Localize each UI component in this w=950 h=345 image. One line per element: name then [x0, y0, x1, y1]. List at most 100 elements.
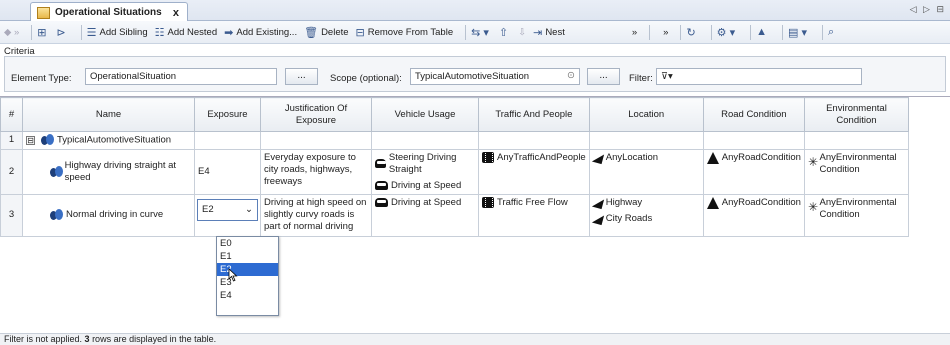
justification-cell[interactable]: Everyday exposure to city roads, highway… — [260, 148, 372, 195]
location-arrow-icon — [591, 196, 604, 209]
row-number: 3 — [0, 193, 23, 237]
remove-from-table-button[interactable]: ⊟ Remove From Table — [356, 26, 454, 39]
road-condition-cell[interactable]: AnyRoadCondition — [702, 148, 805, 195]
scope-browse-button[interactable]: ... — [587, 68, 620, 85]
column-header[interactable]: Environmental Condition — [803, 97, 909, 132]
exposure-option[interactable]: E4 — [217, 289, 278, 302]
scope-label: Scope (optional): — [330, 73, 402, 84]
toolbar-separator — [822, 24, 823, 40]
name-cell[interactable]: Normal driving in curve — [22, 193, 195, 237]
situation-icon — [49, 209, 63, 221]
tab-navigation[interactable]: ◁ ▷ ⊟ — [910, 4, 946, 15]
justification-cell[interactable]: Driving at high speed on slightly curvy … — [260, 193, 372, 237]
column-header[interactable]: Justification Of Exposure — [260, 97, 372, 132]
environmental-condition-cell[interactable]: AnyEnvironmental Condition — [803, 193, 909, 237]
tab-title: Operational Situations — [55, 7, 162, 18]
add-nested-button[interactable]: ☷ Add Nested — [155, 26, 218, 39]
location-arrow-icon — [591, 151, 604, 164]
layout-icon[interactable]: ▤ ▾ — [788, 26, 810, 39]
table-icon — [37, 6, 50, 19]
car-icon — [375, 159, 386, 169]
vehicle-usage-cell[interactable]: Steering Driving Straight Driving at Spe… — [371, 148, 479, 195]
toolbar-separator — [680, 24, 682, 40]
status-bar: Filter is not applied. 3 rows are displa… — [0, 333, 950, 345]
close-icon[interactable]: x — [173, 7, 179, 19]
location-cell[interactable]: AnyLocation — [588, 148, 704, 195]
column-header[interactable]: Road Condition — [702, 97, 805, 132]
hierarchy-icon[interactable]: ⊞ — [37, 26, 49, 39]
vehicle-usage-cell[interactable]: Driving at Speed — [371, 193, 479, 237]
road-icon — [706, 151, 719, 164]
road-condition-cell[interactable]: AnyRoadCondition — [702, 193, 805, 237]
clear-scope-icon[interactable]: ⊙ — [567, 70, 575, 81]
element-type-browse-button[interactable]: ... — [285, 68, 318, 85]
column-header[interactable]: Vehicle Usage — [371, 97, 479, 132]
toolbar-separator — [80, 24, 82, 40]
down-icon[interactable]: ⇩ — [518, 27, 526, 38]
scope-field[interactable]: TypicalAutomotiveSituation ⊙ — [410, 68, 580, 85]
more-icon[interactable]: » — [632, 27, 637, 38]
nest-icon: ⇥ — [533, 26, 543, 39]
column-header[interactable]: Traffic And People — [478, 97, 590, 132]
trash-icon: 🗑 — [304, 26, 319, 39]
column-header[interactable]: Name — [22, 97, 195, 132]
exposure-select[interactable]: E2 ⌄ — [197, 198, 258, 221]
add-existing-button[interactable]: ➡ Add Existing... — [224, 26, 297, 39]
exposure-cell[interactable]: E4 — [194, 148, 261, 195]
car-icon — [375, 198, 388, 208]
toolbar-separator — [710, 24, 712, 40]
situations-table: # Name Exposure Justification Of Exposur… — [0, 97, 909, 237]
tab-operational-situations[interactable]: Operational Situations x — [30, 2, 188, 22]
exposure-dropdown: E0 E1 E2 E3 E4 — [216, 236, 279, 316]
element-type-label: Element Type: — [11, 73, 72, 84]
column-header[interactable]: Location — [588, 97, 704, 132]
name-cell[interactable]: Highway driving straight at speed — [22, 148, 195, 195]
mouse-cursor-icon — [228, 268, 238, 282]
up-icon[interactable]: ⇧ — [499, 26, 511, 39]
element-type-field[interactable]: OperationalSituation — [85, 68, 277, 85]
toolbar-separator — [649, 24, 651, 40]
refresh-icon[interactable]: ↻ — [686, 26, 698, 39]
column-header[interactable]: Exposure — [194, 97, 261, 132]
location-cell[interactable]: Highway City Roads — [588, 193, 704, 237]
add-nested-icon: ☷ — [154, 26, 165, 39]
traffic-cell[interactable]: AnyTrafficAndPeople — [478, 148, 590, 195]
exposure-option-selected[interactable]: E2 — [217, 263, 278, 276]
filter-icon[interactable]: ⊽▾ — [661, 71, 673, 82]
traffic-cell[interactable]: Traffic Free Flow — [478, 193, 590, 237]
header-row: # Name Exposure Justification Of Exposur… — [0, 97, 909, 132]
location-arrow-icon — [591, 212, 604, 225]
exposure-cell[interactable]: E2 ⌄ — [194, 193, 261, 237]
table-row[interactable]: 3 Normal driving in curve E2 ⌄ Driving at… — [0, 193, 909, 237]
add-sibling-button[interactable]: ☰ Add Sibling — [87, 26, 148, 39]
group-row[interactable]: 1 ⊟ TypicalAutomotiveSituation — [0, 131, 909, 150]
column-header[interactable]: # — [0, 97, 23, 132]
chevron-down-icon[interactable]: ⌄ — [245, 204, 253, 216]
exposure-option[interactable]: E3 — [217, 276, 278, 289]
nest-button[interactable]: ⇥ Nest — [533, 26, 565, 39]
add-sibling-icon: ☰ — [86, 26, 97, 39]
more-icon[interactable]: » — [663, 27, 668, 38]
back-icon[interactable]: ◆ » — [4, 27, 19, 38]
table-row[interactable]: 2 Highway driving straight at speed E4 E… — [0, 148, 909, 195]
tab-bar: Operational Situations x ◁ ▷ ⊟ — [0, 0, 950, 22]
move-icon[interactable]: ⇆ ▾ — [471, 26, 492, 39]
situation-icon — [40, 134, 54, 146]
exposure-option[interactable]: E1 — [217, 250, 278, 263]
exposure-option[interactable]: E0 — [217, 237, 278, 250]
collapse-toggle[interactable]: ⊟ — [26, 135, 35, 145]
filter-toggle-icon[interactable]: ⊳ — [56, 26, 68, 39]
toolbar-separator — [465, 24, 467, 40]
toolbar-separator — [782, 24, 784, 40]
collapse-icon[interactable]: ▲ — [756, 26, 770, 38]
group-name-cell[interactable]: ⊟ TypicalAutomotiveSituation — [22, 131, 195, 150]
delete-button[interactable]: 🗑 Delete — [304, 26, 348, 39]
gear-icon[interactable]: ⚙ ▾ — [717, 26, 738, 39]
search-icon[interactable]: ⌕ — [828, 26, 837, 39]
environmental-condition-cell[interactable]: AnyEnvironmental Condition — [803, 148, 909, 195]
table-area: # Name Exposure Justification Of Exposur… — [0, 96, 950, 333]
car-icon — [375, 181, 388, 191]
filter-field[interactable]: ⊽▾ — [656, 68, 862, 85]
weather-icon — [808, 156, 818, 170]
traffic-light-icon — [482, 152, 494, 164]
